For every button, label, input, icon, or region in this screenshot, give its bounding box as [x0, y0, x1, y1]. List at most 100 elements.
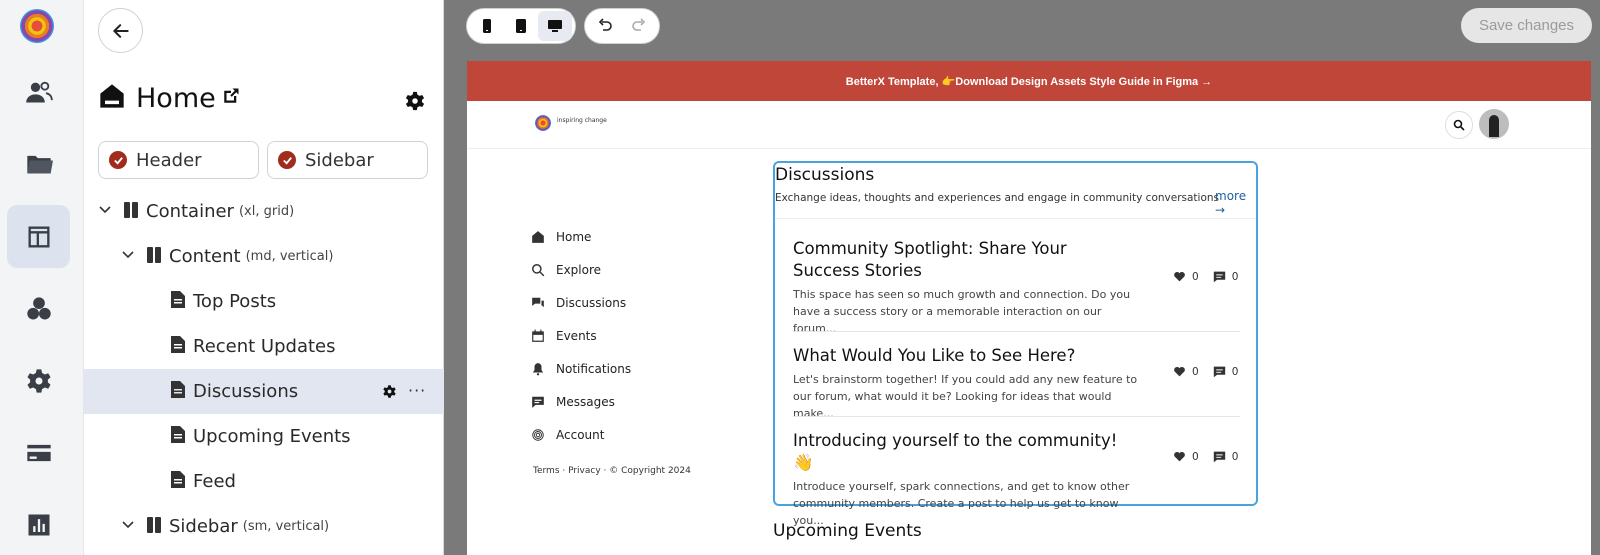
comment-count: 0 [1231, 450, 1239, 463]
post-item[interactable]: Community Spotlight: Share Your Success … [793, 238, 1240, 337]
nav-label: Home [556, 230, 592, 244]
like-count: 0 [1192, 270, 1199, 283]
chevron-down-icon[interactable] [121, 247, 135, 266]
document-icon [171, 291, 185, 312]
external-link-icon[interactable] [222, 87, 240, 109]
site-footer[interactable]: Terms · Privacy · © Copyright 2024 [533, 466, 691, 476]
post-stats: 0 0 [1173, 450, 1252, 463]
folder-icon[interactable] [7, 132, 70, 195]
heart-icon[interactable] [1173, 365, 1186, 378]
sidebar-toggle[interactable]: Sidebar [267, 141, 428, 179]
tree-item-container[interactable]: Container (xl, grid) [84, 189, 444, 234]
discussions-block[interactable]: Discussions Exchange ideas, thoughts and… [773, 161, 1258, 527]
post-title[interactable]: Community Spotlight: Share Your Success … [793, 238, 1133, 282]
chevron-down-icon[interactable] [121, 517, 135, 536]
desktop-icon [548, 20, 562, 32]
comment-count: 0 [1231, 270, 1239, 283]
device-switcher [466, 8, 576, 44]
mobile-view-button[interactable] [470, 11, 504, 41]
page-header: Home [98, 82, 240, 114]
tree-item-content[interactable]: Content (md, vertical) [84, 234, 444, 279]
nav-label: Notifications [556, 362, 632, 376]
nav-item-home[interactable]: Home [531, 227, 691, 247]
tree-item-top-posts[interactable]: Top Posts [84, 279, 444, 324]
block-icon [147, 246, 161, 267]
tree-item-sidebar[interactable]: Sidebar (sm, vertical) [84, 504, 444, 549]
more-options-button[interactable]: ··· [408, 381, 426, 400]
more-link[interactable]: more → [1215, 189, 1256, 217]
back-button[interactable] [98, 8, 143, 53]
tree-item-recent-updates[interactable]: Recent Updates [84, 324, 444, 369]
tree-label: Sidebar [169, 516, 238, 537]
tree-item-upcoming-events[interactable]: Upcoming Events [84, 414, 444, 459]
logo[interactable] [20, 9, 54, 43]
nav-item-messages[interactable]: Messages [531, 392, 691, 412]
upcoming-events-title[interactable]: Upcoming Events [773, 521, 922, 541]
document-icon [171, 426, 185, 447]
tablet-view-button[interactable] [504, 11, 538, 41]
document-icon [171, 336, 185, 357]
comment-icon[interactable] [1213, 270, 1226, 283]
post-item[interactable]: What Would You Like to See Here? Let's b… [793, 345, 1240, 422]
heart-icon[interactable] [1173, 450, 1186, 463]
divider [775, 218, 1256, 219]
search-icon [1453, 119, 1465, 131]
nav-label: Events [556, 329, 597, 343]
nav-item-explore[interactable]: Explore [531, 260, 691, 280]
shapes-icon[interactable] [7, 277, 70, 340]
post-title[interactable]: Introducing yourself to the community! 👋 [793, 430, 1133, 474]
post-stats: 0 0 [1173, 270, 1252, 283]
phone-icon [483, 19, 491, 33]
desktop-view-button[interactable] [538, 11, 572, 41]
post-title[interactable]: What Would You Like to See Here? [793, 345, 1133, 367]
credit-card-icon[interactable] [7, 421, 70, 484]
search-icon [532, 264, 545, 277]
tablet-icon [516, 19, 526, 33]
nav-label: Messages [556, 395, 615, 409]
icon-rail [0, 0, 84, 555]
chevron-down-icon[interactable] [98, 202, 112, 221]
history-controls [584, 8, 660, 44]
calendar-icon [532, 329, 544, 342]
heart-icon[interactable] [1173, 270, 1186, 283]
nav-label: Discussions [556, 296, 627, 310]
save-changes-button[interactable]: Save changes [1461, 8, 1592, 43]
avatar[interactable] [1479, 109, 1509, 139]
tree-label: Content [169, 246, 241, 267]
structure-panel: Home Header Sidebar Container (xl, grid)… [84, 0, 444, 555]
checkbox-icon [109, 151, 127, 169]
users-icon[interactable] [7, 60, 70, 123]
nav-label: Explore [556, 263, 602, 277]
comment-icon[interactable] [1213, 450, 1226, 463]
nav-label: Account [556, 428, 605, 442]
announcement-banner[interactable]: BetterX Template, 👉Download Design Asset… [467, 61, 1591, 101]
gear-icon[interactable] [7, 349, 70, 412]
gear-icon[interactable] [382, 384, 397, 403]
nav-item-events[interactable]: Events [531, 326, 691, 346]
layout-icon[interactable] [7, 205, 70, 268]
tree-label: Recent Updates [193, 336, 336, 357]
page-title: Home [136, 82, 216, 114]
checkbox-icon [278, 151, 296, 169]
comment-icon[interactable] [1213, 365, 1226, 378]
post-item[interactable]: Introducing yourself to the community! 👋… [793, 430, 1240, 529]
sidebar-toggle-label: Sidebar [305, 149, 374, 171]
tree-item-discussions[interactable]: Discussions ··· [84, 369, 444, 414]
site-logo[interactable] [535, 115, 551, 131]
block-icon [147, 516, 161, 537]
tree-item-feed[interactable]: Feed [84, 459, 444, 504]
search-button[interactable] [1445, 111, 1473, 139]
site-header: inspiring change [467, 101, 1591, 149]
nav-item-discussions[interactable]: Discussions [531, 293, 691, 313]
chart-icon[interactable] [7, 493, 70, 555]
page-settings-icon[interactable] [404, 90, 426, 116]
nav-item-notifications[interactable]: Notifications [531, 359, 691, 379]
undo-button[interactable] [588, 11, 622, 41]
like-count: 0 [1192, 450, 1199, 463]
header-toggle[interactable]: Header [98, 141, 259, 179]
tree-sub: (md, vertical) [245, 249, 334, 264]
redo-button[interactable] [622, 11, 656, 41]
undo-icon [598, 18, 612, 31]
nav-item-account[interactable]: Account [531, 425, 691, 445]
preview-canvas: Save changes BetterX Template, 👉Download… [444, 0, 1600, 555]
